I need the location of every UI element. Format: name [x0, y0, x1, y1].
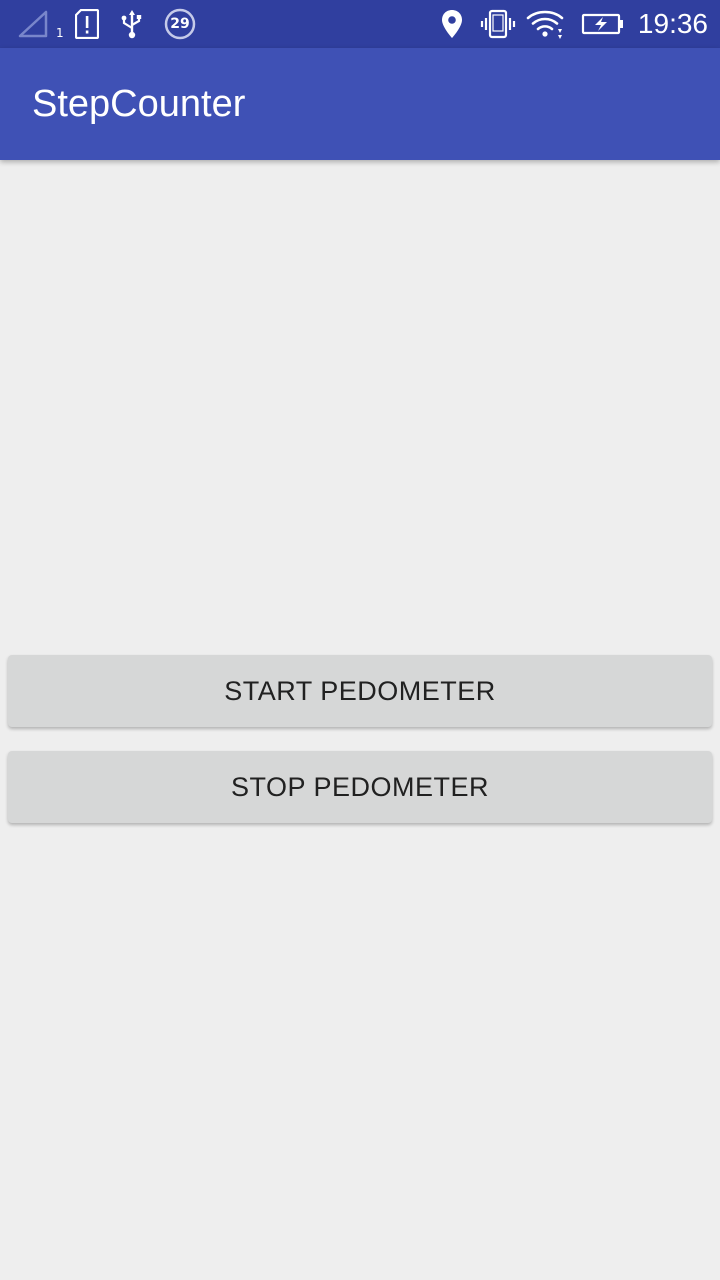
badge-count: 29 [170, 16, 190, 32]
status-bar: 1 29 19:36 [0, 0, 720, 48]
battery-icon [580, 0, 626, 48]
signal-icon [16, 0, 50, 48]
main-content: START PEDOMETER STOP PEDOMETER [0, 160, 720, 1280]
usb-icon [118, 0, 146, 48]
start-pedometer-button[interactable]: START PEDOMETER [8, 655, 712, 727]
alert-icon [74, 0, 100, 48]
badge-icon: 29 [162, 0, 198, 48]
app-bar: StepCounter [0, 48, 720, 160]
stop-pedometer-button[interactable]: STOP PEDOMETER [8, 751, 712, 823]
location-icon [438, 0, 466, 48]
vibrate-icon [480, 0, 516, 48]
status-time: 19:36 [637, 8, 708, 39]
app-title: StepCounter [32, 83, 246, 125]
sim-number: 1 [56, 26, 64, 40]
wifi-icon [524, 0, 566, 48]
